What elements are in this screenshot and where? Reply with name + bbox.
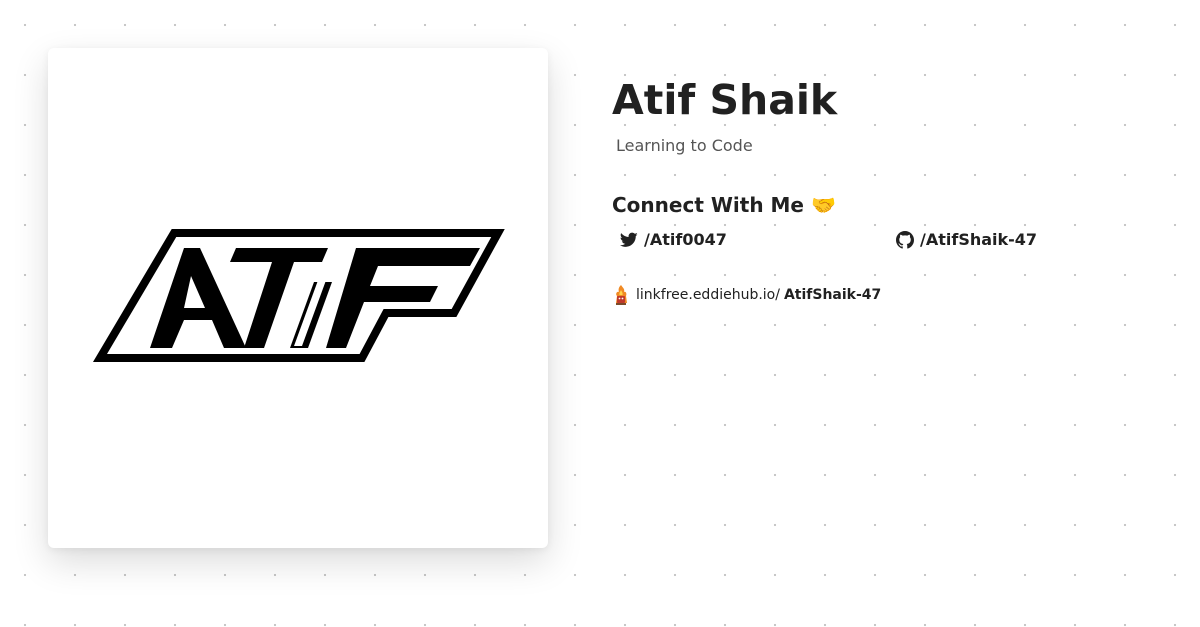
handshake-emoji: 🤝 <box>810 193 836 217</box>
github-link[interactable]: /AtifShaik-47 <box>896 230 1037 249</box>
connect-heading: Connect With Me 🤝 <box>612 192 1172 218</box>
github-icon <box>896 230 914 249</box>
linkfree-logo-icon <box>612 284 630 306</box>
connect-heading-text: Connect With Me <box>612 193 804 217</box>
twitter-link[interactable]: /Atif0047 <box>620 230 727 249</box>
linkfree-domain: linkfree.eddiehub.io/ <box>636 287 780 303</box>
twitter-icon <box>620 232 638 248</box>
profile-info: Atif Shaik Learning to Code Connect With… <box>612 72 1172 306</box>
twitter-handle: /Atif0047 <box>644 230 727 249</box>
github-handle: /AtifShaik-47 <box>920 230 1038 249</box>
atif-logo-image <box>92 229 505 362</box>
avatar-card <box>48 48 548 548</box>
social-links: /Atif0047 /AtifShaik-47 <box>612 230 1172 256</box>
profile-bio: Learning to Code <box>616 136 753 155</box>
profile-name: Atif Shaik <box>612 76 838 124</box>
linkfree-username: AtifShaik-47 <box>783 287 882 303</box>
linkfree-link[interactable]: linkfree.eddiehub.io/ AtifShaik-47 <box>612 284 1172 306</box>
